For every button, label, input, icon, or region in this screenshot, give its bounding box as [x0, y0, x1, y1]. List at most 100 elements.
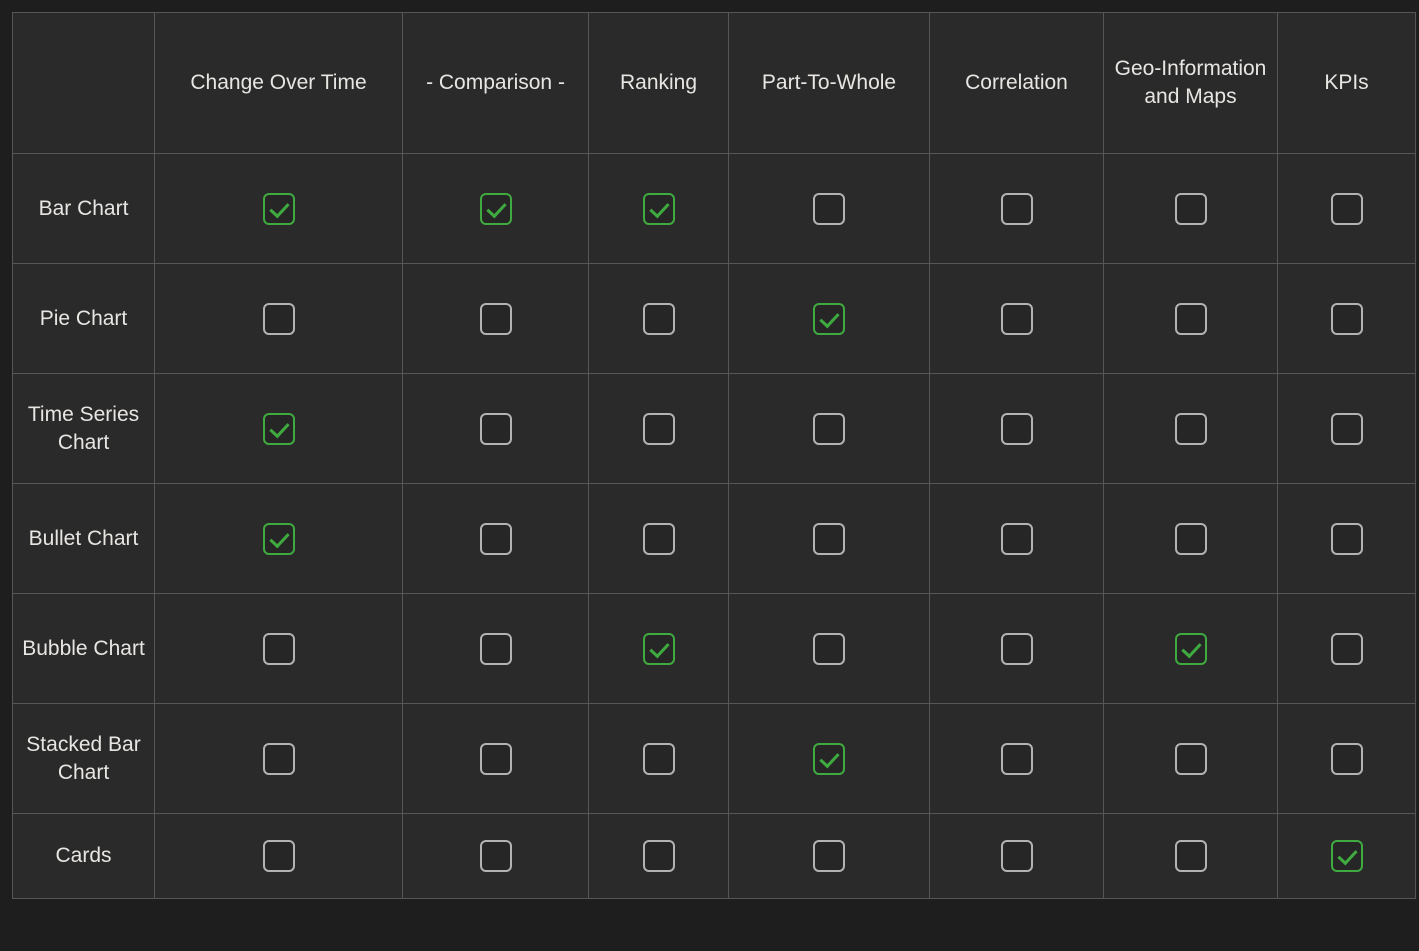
cell-stacked-bar-chart-geo-information-and-maps	[1103, 703, 1278, 814]
checkbox-unchecked-icon[interactable]	[479, 412, 512, 445]
checkbox-unchecked-icon[interactable]	[262, 632, 295, 665]
checkbox-unchecked-icon[interactable]	[813, 632, 845, 665]
column-header-kpis: KPIs	[1277, 12, 1416, 154]
row-label-cards: Cards	[12, 813, 155, 899]
checkbox-unchecked-icon[interactable]	[1330, 632, 1363, 665]
cell-cards-correlation	[929, 813, 1104, 899]
checkbox-unchecked-icon[interactable]	[1330, 742, 1363, 775]
column-header-change-over-time: Change Over Time	[154, 12, 403, 154]
checkbox-unchecked-icon[interactable]	[642, 742, 675, 775]
cell-pie-chart-kpis	[1277, 263, 1416, 374]
checkbox-unchecked-icon[interactable]	[1000, 742, 1033, 775]
checkbox-unchecked-icon[interactable]	[813, 840, 845, 872]
table-row: Bubble Chart	[12, 593, 1416, 704]
checkbox-unchecked-icon[interactable]	[642, 412, 675, 445]
checkbox-unchecked-icon[interactable]	[1000, 522, 1033, 555]
checkbox-checked-icon[interactable]	[1174, 632, 1207, 665]
matrix-header: Change Over Time - Comparison - Ranking Par…	[12, 12, 1416, 154]
checkbox-unchecked-icon[interactable]	[1174, 840, 1207, 872]
checkbox-checked-icon[interactable]	[642, 192, 675, 225]
cell-cards-comparison	[402, 813, 589, 899]
cell-bar-chart-correlation	[929, 153, 1104, 264]
checkbox-unchecked-icon[interactable]	[813, 412, 845, 445]
cell-cards-change-over-time	[154, 813, 403, 899]
cell-stacked-bar-chart-ranking	[588, 703, 729, 814]
matrix-container: Change Over Time - Comparison - Ranking Par…	[0, 0, 1419, 951]
cell-bar-chart-part-to-whole	[728, 153, 930, 264]
checkbox-unchecked-icon[interactable]	[479, 840, 512, 872]
cell-bubble-chart-ranking	[588, 593, 729, 704]
row-label-bubble-chart: Bubble Chart	[12, 593, 155, 704]
cell-bullet-chart-change-over-time	[154, 483, 403, 594]
cell-bar-chart-change-over-time	[154, 153, 403, 264]
checkbox-checked-icon[interactable]	[813, 302, 845, 335]
checkbox-unchecked-icon[interactable]	[1000, 192, 1033, 225]
cell-time-series-chart-correlation	[929, 373, 1104, 484]
checkbox-unchecked-icon[interactable]	[642, 522, 675, 555]
chart-type-selection-matrix: Change Over Time - Comparison - Ranking Par…	[12, 12, 1416, 899]
cell-bullet-chart-geo-information-and-maps	[1103, 483, 1278, 594]
cell-pie-chart-comparison	[402, 263, 589, 374]
checkbox-unchecked-icon[interactable]	[479, 742, 512, 775]
cell-cards-kpis	[1277, 813, 1416, 899]
cell-bubble-chart-kpis	[1277, 593, 1416, 704]
checkbox-unchecked-icon[interactable]	[479, 302, 512, 335]
table-row: Bullet Chart	[12, 483, 1416, 594]
checkbox-unchecked-icon[interactable]	[262, 302, 295, 335]
checkbox-unchecked-icon[interactable]	[479, 522, 512, 555]
checkbox-checked-icon[interactable]	[1330, 840, 1363, 872]
checkbox-checked-icon[interactable]	[642, 632, 675, 665]
cell-bullet-chart-correlation	[929, 483, 1104, 594]
checkbox-unchecked-icon[interactable]	[1330, 302, 1363, 335]
table-row: Stacked Bar Chart	[12, 703, 1416, 814]
column-header-ranking: Ranking	[588, 12, 729, 154]
row-label-pie-chart: Pie Chart	[12, 263, 155, 374]
row-label-bullet-chart: Bullet Chart	[12, 483, 155, 594]
cell-pie-chart-correlation	[929, 263, 1104, 374]
cell-bullet-chart-kpis	[1277, 483, 1416, 594]
matrix-body: Bar Chart Pie Chart Time Series Chart Bulle…	[12, 153, 1416, 899]
cell-stacked-bar-chart-kpis	[1277, 703, 1416, 814]
checkbox-unchecked-icon[interactable]	[642, 840, 675, 872]
checkbox-unchecked-icon[interactable]	[1174, 522, 1207, 555]
cell-stacked-bar-chart-change-over-time	[154, 703, 403, 814]
cell-time-series-chart-kpis	[1277, 373, 1416, 484]
checkbox-unchecked-icon[interactable]	[1174, 742, 1207, 775]
checkbox-unchecked-icon[interactable]	[1330, 522, 1363, 555]
checkbox-unchecked-icon[interactable]	[1174, 192, 1207, 225]
checkbox-unchecked-icon[interactable]	[1330, 412, 1363, 445]
cell-stacked-bar-chart-part-to-whole	[728, 703, 930, 814]
column-header-comparison: - Comparison -	[402, 12, 589, 154]
cell-bubble-chart-part-to-whole	[728, 593, 930, 704]
checkbox-unchecked-icon[interactable]	[642, 302, 675, 335]
checkbox-unchecked-icon[interactable]	[479, 632, 512, 665]
checkbox-checked-icon[interactable]	[479, 192, 512, 225]
cell-bubble-chart-correlation	[929, 593, 1104, 704]
checkbox-unchecked-icon[interactable]	[262, 840, 295, 872]
checkbox-unchecked-icon[interactable]	[1174, 302, 1207, 335]
checkbox-unchecked-icon[interactable]	[813, 192, 845, 225]
cell-time-series-chart-geo-information-and-maps	[1103, 373, 1278, 484]
checkbox-unchecked-icon[interactable]	[1000, 302, 1033, 335]
checkbox-unchecked-icon[interactable]	[262, 742, 295, 775]
checkbox-checked-icon[interactable]	[262, 522, 295, 555]
checkbox-unchecked-icon[interactable]	[1330, 192, 1363, 225]
checkbox-checked-icon[interactable]	[813, 742, 845, 775]
cell-bubble-chart-change-over-time	[154, 593, 403, 704]
checkbox-unchecked-icon[interactable]	[1000, 632, 1033, 665]
checkbox-unchecked-icon[interactable]	[1000, 412, 1033, 445]
cell-pie-chart-ranking	[588, 263, 729, 374]
checkbox-unchecked-icon[interactable]	[1174, 412, 1207, 445]
cell-cards-part-to-whole	[728, 813, 930, 899]
checkbox-unchecked-icon[interactable]	[813, 522, 845, 555]
checkbox-unchecked-icon[interactable]	[1000, 840, 1033, 872]
cell-bar-chart-comparison	[402, 153, 589, 264]
table-row: Bar Chart	[12, 153, 1416, 264]
cell-stacked-bar-chart-correlation	[929, 703, 1104, 814]
checkbox-checked-icon[interactable]	[262, 192, 295, 225]
checkbox-checked-icon[interactable]	[262, 412, 295, 445]
cell-bullet-chart-comparison	[402, 483, 589, 594]
header-corner-cell	[12, 12, 155, 154]
row-label-time-series-chart: Time Series Chart	[12, 373, 155, 484]
cell-pie-chart-part-to-whole	[728, 263, 930, 374]
